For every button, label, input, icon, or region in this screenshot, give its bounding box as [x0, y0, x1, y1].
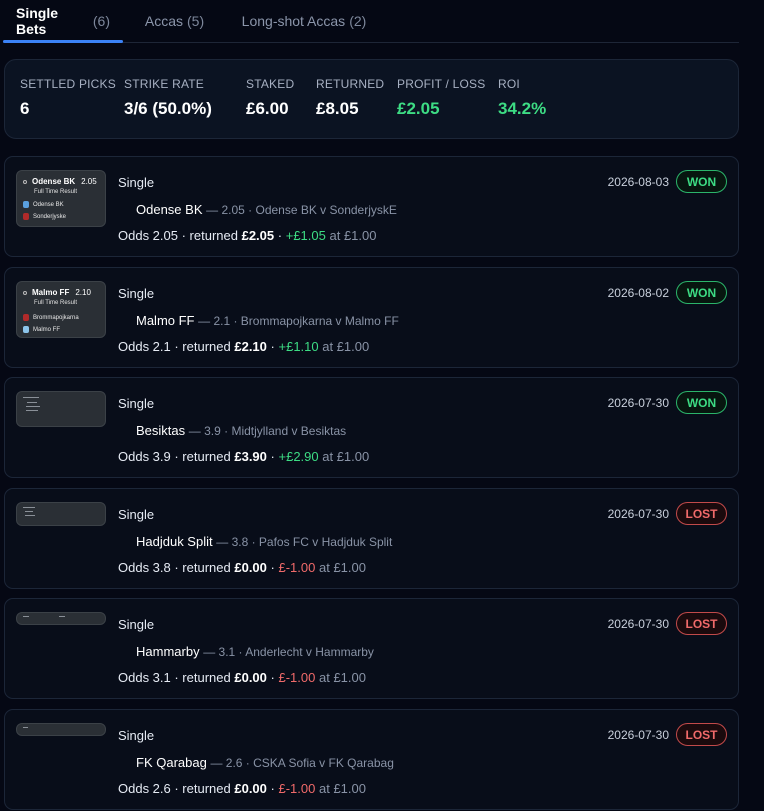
bet-date: 2026-08-02 — [607, 286, 669, 300]
bet-slip-thumbnail[interactable] — [16, 723, 106, 736]
tab-label: Long-shot Accas — [241, 13, 346, 29]
bet-selection: Besiktas — 3.9 · Midtjylland v Besiktas — [136, 423, 347, 438]
thumbnail-line — [23, 727, 28, 728]
stat-staked: Staked £6.00 — [246, 77, 294, 119]
stat-label: Returned — [316, 77, 385, 91]
bet-date: 2026-07-30 — [607, 507, 669, 521]
shirt-icon — [23, 213, 29, 220]
status-badge: WON — [676, 391, 727, 414]
bet-type: Single — [118, 728, 155, 743]
status-badge: WON — [676, 281, 727, 304]
stat-profit-loss: Profit / Loss £2.05 — [397, 77, 485, 119]
tab-label: Accas — [144, 13, 183, 29]
bet-outcome: Odds 2.1 · returned £2.10 · +£1.10 at £1… — [118, 339, 370, 354]
thumbnail-line — [23, 616, 29, 617]
stat-value: 34.2% — [498, 99, 547, 118]
thumbnail-team: Brommapojkarna — [23, 314, 79, 321]
thumbnail-team: Odense BK — [23, 201, 64, 208]
bet-type: Single — [118, 507, 155, 522]
bet-slip-thumbnail[interactable] — [16, 612, 106, 625]
bet-slip-thumbnail[interactable] — [16, 391, 106, 427]
bet-slip-thumbnail[interactable]: Odense BK 2.05 Full Time Result Odense BK… — [16, 170, 106, 227]
tab-count: (6) — [92, 13, 110, 29]
stat-returned: Returned £8.05 — [316, 77, 384, 119]
bet-selection: FK Qarabag — 2.6 · CSKA Sofia v FK Qarab… — [136, 755, 394, 770]
bet-card[interactable]: Single Besiktas — 3.9 · Midtjylland v Be… — [4, 377, 739, 478]
thumbnail-line — [59, 616, 65, 617]
bet-type: Single — [118, 617, 155, 632]
stat-label: ROI — [498, 77, 520, 91]
stat-value: 6 — [20, 99, 30, 118]
tab-label: Single Bets — [16, 5, 59, 37]
bet-outcome: Odds 3.1 · returned £0.00 · £-1.00 at £1… — [118, 670, 366, 685]
shirt-icon — [23, 314, 29, 321]
bet-type: Single — [118, 286, 155, 301]
thumbnail-line — [25, 515, 35, 516]
stat-settled-picks: Settled Picks 6 — [20, 77, 116, 119]
status-badge: LOST — [676, 612, 727, 635]
shirt-icon — [23, 201, 29, 208]
bet-date: 2026-08-03 — [607, 175, 669, 189]
bet-slip-thumbnail[interactable]: Malmo FF 2.10 Full Time Result Brommapojk… — [16, 281, 106, 338]
stat-value: £8.05 — [316, 99, 359, 118]
tab-accas[interactable]: Accas (5) — [123, 0, 226, 42]
thumbnail-title: Malmo FF 2.10 — [23, 288, 91, 297]
bet-outcome: Odds 2.6 · returned £0.00 · £-1.00 at £1… — [118, 781, 366, 796]
thumbnail-line — [25, 511, 33, 512]
bet-type-tabs: Single Bets (6) Accas (5) Long-shot Acca… — [3, 0, 739, 43]
thumbnail-line — [23, 397, 39, 398]
bet-selection: Odense BK — 2.05 · Odense BK v Sonderjys… — [136, 202, 397, 217]
status-badge: LOST — [676, 723, 727, 746]
stat-label: Staked — [246, 77, 295, 91]
tab-count: (2) — [349, 13, 367, 29]
bet-card[interactable]: Single FK Qarabag — 2.6 · CSKA Sofia v F… — [4, 709, 739, 810]
stat-value: £2.05 — [397, 99, 440, 118]
stat-value: 3/6 (50.0%) — [124, 99, 212, 118]
tab-single-bets[interactable]: Single Bets (6) — [3, 0, 123, 43]
bet-date: 2026-07-30 — [607, 396, 669, 410]
thumbnail-line — [27, 402, 37, 403]
thumbnail-team: Malmo FF — [23, 326, 60, 333]
status-badge: WON — [676, 170, 727, 193]
stat-roi: ROI 34.2% — [498, 77, 546, 119]
thumbnail-line — [23, 507, 35, 508]
stat-strike-rate: Strike Rate 3/6 (50.0%) — [124, 77, 212, 119]
bet-date: 2026-07-30 — [607, 728, 669, 742]
bet-selection: Hammarby — 3.1 · Anderlecht v Hammarby — [136, 644, 374, 659]
bet-outcome: Odds 2.05 · returned £2.05 · +£1.05 at £… — [118, 228, 377, 243]
summary-panel: Settled Picks 6 Strike Rate 3/6 (50.0%) … — [4, 59, 739, 139]
shirt-icon — [23, 326, 29, 333]
thumbnail-team: Sonderjyske — [23, 213, 66, 220]
stat-label: Settled Picks — [20, 77, 116, 91]
thumbnail-title: Odense BK 2.05 — [23, 177, 97, 186]
stat-label: Strike Rate — [124, 77, 204, 91]
stat-value: £6.00 — [246, 99, 289, 118]
thumbnail-line — [26, 410, 38, 411]
thumbnail-result-label: Full Time Result — [34, 300, 78, 306]
bet-card[interactable]: Odense BK 2.05 Full Time Result Odense BK… — [4, 156, 739, 257]
bet-card[interactable]: Malmo FF 2.10 Full Time Result Brommapojk… — [4, 267, 739, 368]
thumbnail-line — [26, 406, 40, 407]
bet-type: Single — [118, 396, 155, 411]
thumbnail-result-label: Full Time Result — [34, 189, 78, 195]
bet-slip-thumbnail[interactable] — [16, 502, 106, 526]
bet-card[interactable]: Single Hadjduk Split — 3.8 · Pafos FC v … — [4, 488, 739, 589]
bet-card[interactable]: Single Hammarby — 3.1 · Anderlecht v Ham… — [4, 598, 739, 699]
tab-long-shot-accas[interactable]: Long-shot Accas (2) — [226, 0, 382, 42]
bet-outcome: Odds 3.9 · returned £3.90 · +£2.90 at £1… — [118, 449, 370, 464]
tab-count: (5) — [187, 13, 205, 29]
bet-date: 2026-07-30 — [607, 617, 669, 631]
bet-selection: Malmo FF — 2.1 · Brommapojkarna v Malmo … — [136, 313, 399, 328]
status-badge: LOST — [676, 502, 727, 525]
stat-label: Profit / Loss — [397, 77, 486, 91]
bet-outcome: Odds 3.8 · returned £0.00 · £-1.00 at £1… — [118, 560, 366, 575]
bet-selection: Hadjduk Split — 3.8 · Pafos FC v Hadjduk… — [136, 534, 393, 549]
bet-type: Single — [118, 175, 155, 190]
